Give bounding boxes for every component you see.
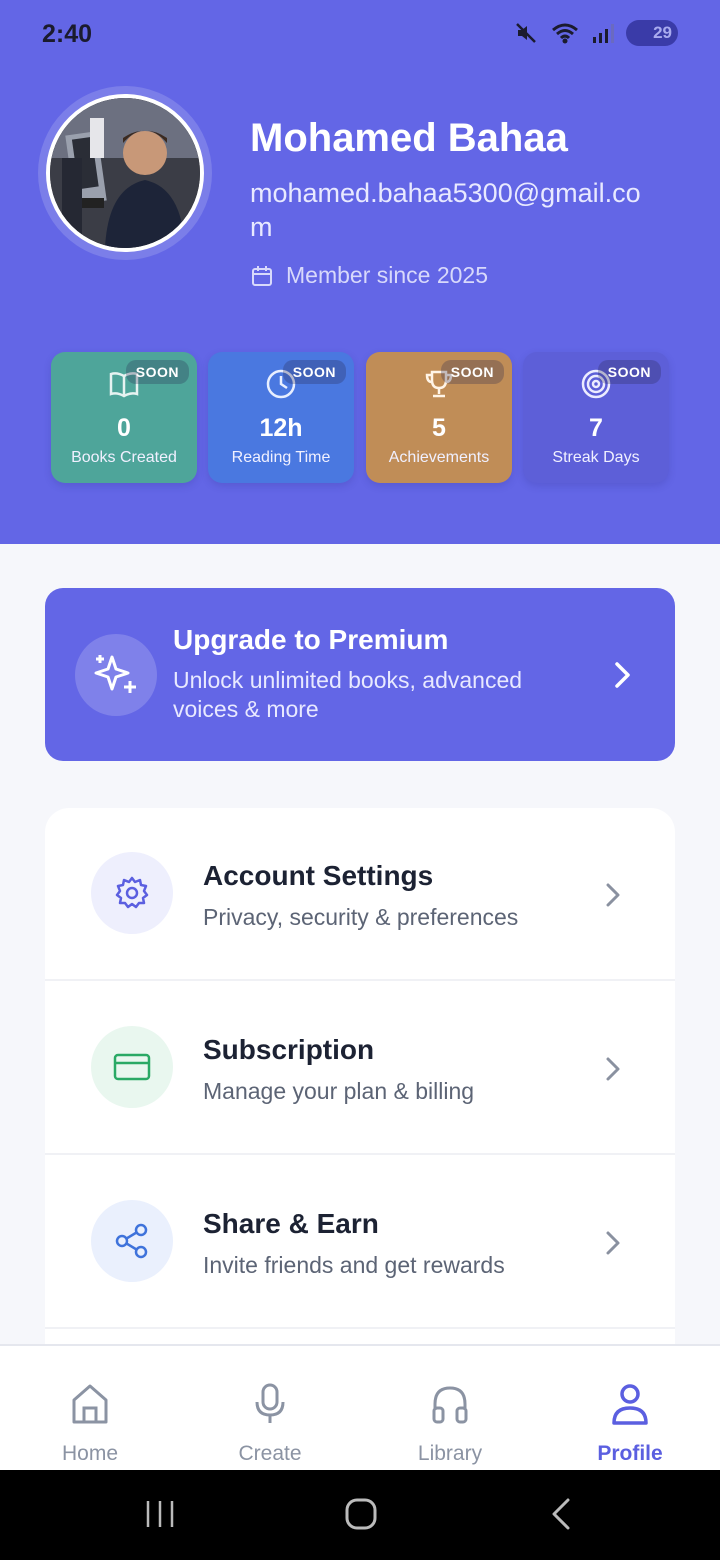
calendar-icon [252,265,272,286]
stat-value: 12h [259,414,303,442]
nav-home[interactable]: Home [0,1346,180,1472]
menu-icon-wrap [91,1200,173,1282]
avatar[interactable] [46,94,204,252]
soon-badge: SOON [597,360,661,384]
gear-icon [115,876,149,909]
avatar-photo [50,98,200,248]
nav-label: Profile [597,1442,663,1465]
stat-streak-days[interactable]: SOON 7 Streak Days [523,352,669,483]
stat-label: Reading Time [231,449,331,466]
premium-icon-wrap [75,634,157,716]
user-name: Mohamed Bahaa [250,116,568,160]
avatar-ring[interactable] [38,86,212,260]
stat-label: Books Created [71,449,177,466]
member-since-text: Member since 2025 [286,262,488,288]
chevron-right-icon [606,1057,620,1081]
system-nav-bar [0,1470,720,1560]
stat-label: Streak Days [552,449,640,466]
battery-indicator: 29 [626,20,678,46]
menu-title: Share & Earn [203,1208,379,1239]
profile-header: 2:40 29 Mohamed Bahaa mohamed.bahaa5300@… [0,0,720,544]
signal-icon [593,24,614,43]
home-icon [72,1384,108,1424]
menu-title: Account Settings [203,860,434,891]
stat-label: Achievements [388,449,490,466]
menu-subtitle: Privacy, security & preferences [203,904,519,930]
chevron-right-icon [606,1231,620,1255]
nav-label: Home [61,1442,119,1465]
menu-item-share-earn[interactable]: Share & Earn Invite friends and get rewa… [45,1156,675,1329]
chevron-right-icon [606,883,620,907]
upgrade-premium-card[interactable]: Upgrade to Premium Unlock unlimited book… [45,588,675,761]
wifi-icon [552,23,578,44]
menu-item-subscription[interactable]: Subscription Manage your plan & billing [45,982,675,1155]
back-icon[interactable] [548,1496,574,1532]
share-icon [115,1223,148,1259]
credit-card-icon [113,1053,151,1081]
stat-achievements[interactable]: SOON 5 Achievements [366,352,512,483]
stat-value: 0 [117,414,131,442]
premium-subtitle: Unlock unlimited books, advanced voices … [173,667,523,722]
premium-title: Upgrade to Premium [173,624,449,655]
microphone-icon [255,1383,285,1423]
menu-title: Subscription [203,1034,375,1065]
status-icons: 29 [514,20,678,46]
nav-label: Library [417,1442,483,1465]
stat-books-created[interactable]: SOON 0 Books Created [51,352,197,483]
user-email: mohamed.bahaa5300@gmail.com [250,178,641,242]
mute-icon [516,23,536,43]
stat-reading-time[interactable]: SOON 12h Reading Time [208,352,354,483]
sparkles-icon [94,655,136,693]
user-icon [612,1384,648,1425]
recent-apps-icon[interactable] [144,1498,176,1530]
status-time: 2:40 [42,20,93,48]
menu-subtitle: Invite friends and get rewards [203,1252,505,1278]
chevron-right-icon [615,662,630,688]
settings-menu: Account Settings Privacy, security & pre… [45,808,675,1368]
nav-label: Create [238,1442,302,1465]
soon-badge: SOON [440,360,504,384]
stat-value: 7 [589,414,603,442]
bottom-nav: Home Create Library Profile [0,1344,720,1470]
menu-icon-wrap [91,1026,173,1108]
menu-icon-wrap [91,852,173,934]
nav-library[interactable]: Library [360,1346,540,1472]
member-since-row: Member since 2025 [250,262,488,289]
nav-create[interactable]: Create [180,1346,360,1472]
stat-value: 5 [432,414,446,442]
headphones-icon [432,1386,468,1424]
soon-badge: SOON [125,360,189,384]
home-button-icon[interactable] [343,1496,379,1532]
menu-subtitle: Manage your plan & billing [203,1078,475,1104]
menu-item-account-settings[interactable]: Account Settings Privacy, security & pre… [45,808,675,981]
nav-profile[interactable]: Profile [540,1346,720,1472]
soon-badge: SOON [282,360,346,384]
